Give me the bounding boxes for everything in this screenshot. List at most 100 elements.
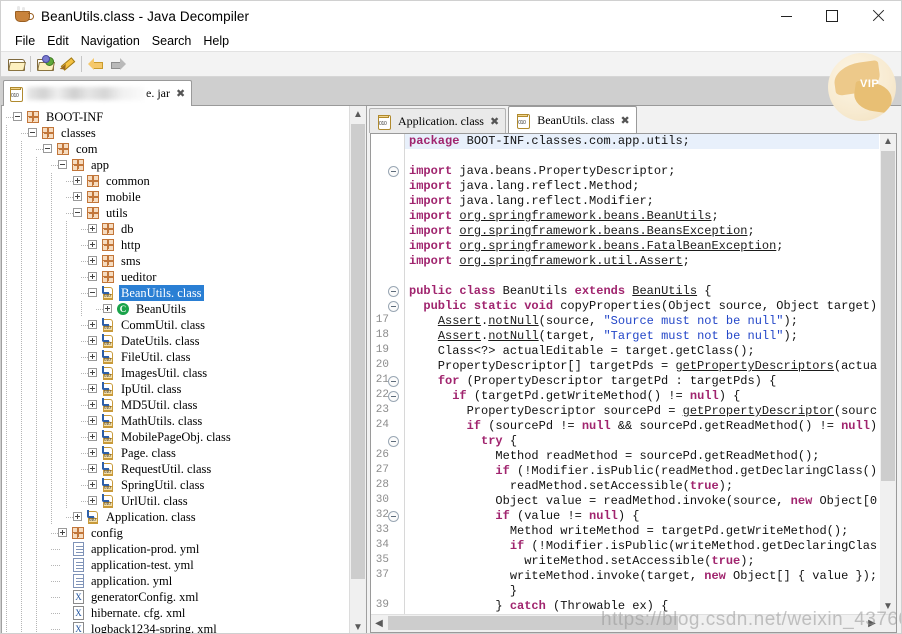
code-scroll-left-icon[interactable]: ◀	[371, 615, 387, 632]
tree-vertical-scrollbar[interactable]: ▲ ▼	[349, 106, 366, 633]
fold-collapse-icon[interactable]	[388, 511, 399, 522]
tree-item[interactable]: mobile	[2, 189, 350, 205]
tree-item[interactable]: ueditor	[2, 269, 350, 285]
code-scroll-right-icon[interactable]: ▶	[864, 615, 880, 632]
code-scroll-up-icon[interactable]: ▲	[880, 134, 896, 150]
editor-tab-close-icon[interactable]: ✖	[621, 114, 630, 127]
tree-item[interactable]: BOOT-INF	[2, 109, 350, 125]
tree-item[interactable]: 010 Application. class	[2, 509, 350, 525]
tree-toggle-plus-icon[interactable]	[87, 413, 100, 429]
tree-item[interactable]: 010 CommUtil. class	[2, 317, 350, 333]
code-scrollbar-thumb[interactable]	[881, 151, 895, 481]
tree-toggle-plus-icon[interactable]	[87, 461, 100, 477]
menu-file[interactable]: File	[9, 33, 41, 49]
jar-tab-close-icon[interactable]: ✖	[176, 87, 185, 100]
code-vertical-scrollbar[interactable]: ▲ ▼	[880, 134, 896, 615]
tree-item[interactable]: Xlogback1234-spring. xml	[2, 621, 350, 633]
back-arrow-icon[interactable]	[85, 54, 107, 74]
tree-toggle-plus-icon[interactable]	[87, 429, 100, 445]
editor-tab-application[interactable]: 010 Application. class ✖	[369, 108, 507, 133]
tree-item[interactable]: 010 ImagesUtil. class	[2, 365, 350, 381]
tree-item[interactable]: C BeanUtils	[2, 301, 350, 317]
tree-item[interactable]: app	[2, 157, 350, 173]
tree-item[interactable]: sms	[2, 253, 350, 269]
tree-item[interactable]: common	[2, 173, 350, 189]
fold-collapse-icon[interactable]	[388, 436, 399, 447]
tree-item[interactable]: 010 SpringUtil. class	[2, 477, 350, 493]
fold-collapse-icon[interactable]	[388, 286, 399, 297]
tree-toggle-minus-icon[interactable]	[12, 109, 25, 125]
tree-scrollbar-thumb[interactable]	[351, 124, 365, 579]
code-scroll-down-icon[interactable]: ▼	[880, 599, 896, 615]
tree-item[interactable]: config	[2, 525, 350, 541]
tree-toggle-minus-icon[interactable]	[42, 141, 55, 157]
tree-item[interactable]: application-prod. yml	[2, 541, 350, 557]
code-editor[interactable]: 17 18 19 20 21 22 23 24 26 27 28 30 32 33 34 35 37 39 pac…	[370, 133, 897, 633]
tree-toggle-plus-icon[interactable]	[102, 301, 115, 317]
tree-toggle-plus-icon[interactable]	[87, 349, 100, 365]
tree-item[interactable]: 010 MathUtils. class	[2, 413, 350, 429]
tree-toggle-plus-icon[interactable]	[57, 525, 70, 541]
tree-item[interactable]: http	[2, 237, 350, 253]
tree-toggle-plus-icon[interactable]	[87, 365, 100, 381]
tree-item[interactable]: 010 RequestUtil. class	[2, 461, 350, 477]
tree-toggle-plus-icon[interactable]	[72, 173, 85, 189]
tree-item[interactable]: 010 MD5Util. class	[2, 397, 350, 413]
tree-toggle-minus-icon[interactable]	[27, 125, 40, 141]
fold-collapse-icon[interactable]	[388, 166, 399, 177]
tree-item[interactable]: 010 IpUtil. class	[2, 381, 350, 397]
fold-collapse-icon[interactable]	[388, 301, 399, 312]
menu-edit[interactable]: Edit	[41, 33, 75, 49]
tree-toggle-plus-icon[interactable]	[87, 237, 100, 253]
open-file-icon[interactable]	[5, 54, 27, 74]
tree-toggle-plus-icon[interactable]	[87, 269, 100, 285]
editor-tab-close-icon[interactable]: ✖	[490, 115, 499, 128]
tree-toggle-plus-icon[interactable]	[72, 509, 85, 525]
fold-collapse-icon[interactable]	[388, 376, 399, 387]
tree-item[interactable]: 010 BeanUtils. class	[2, 285, 350, 301]
code-hscrollbar-thumb[interactable]	[388, 616, 678, 630]
open-type-icon[interactable]	[34, 54, 56, 74]
maximize-button[interactable]	[809, 1, 855, 31]
tree-toggle-plus-icon[interactable]	[72, 189, 85, 205]
tree-item[interactable]: utils	[2, 205, 350, 221]
tree-toggle-plus-icon[interactable]	[87, 317, 100, 333]
tree-toggle-plus-icon[interactable]	[87, 333, 100, 349]
tree-item[interactable]: XgeneratorConfig. xml	[2, 589, 350, 605]
tree-item[interactable]: 010 MobilePageObj. class	[2, 429, 350, 445]
tree-toggle-minus-icon[interactable]	[72, 205, 85, 221]
close-button[interactable]	[855, 1, 901, 31]
tree-toggle-plus-icon[interactable]	[87, 253, 100, 269]
fold-collapse-icon[interactable]	[388, 391, 399, 402]
forward-arrow-icon[interactable]	[107, 54, 129, 74]
tree-toggle-plus-icon[interactable]	[87, 397, 100, 413]
tree-toggle-plus-icon[interactable]	[87, 221, 100, 237]
tree-item[interactable]: application. yml	[2, 573, 350, 589]
code-content[interactable]: package BOOT-INF.classes.com.app.utils; …	[405, 134, 879, 615]
tree-item[interactable]: 010 FileUtil. class	[2, 349, 350, 365]
project-tree[interactable]: BOOT-INF classes com app common mobile utils db…	[2, 106, 350, 633]
editor-tab-beanutils[interactable]: 010 BeanUtils. class ✖	[508, 106, 637, 133]
menu-navigation[interactable]: Navigation	[75, 33, 146, 49]
minimize-button[interactable]	[763, 1, 809, 31]
tree-toggle-plus-icon[interactable]	[87, 477, 100, 493]
code-horizontal-scrollbar[interactable]: ◀ ▶	[371, 614, 896, 632]
tree-item[interactable]: com	[2, 141, 350, 157]
tree-item[interactable]: 010 DateUtils. class	[2, 333, 350, 349]
tree-toggle-plus-icon[interactable]	[87, 445, 100, 461]
tree-scroll-up-icon[interactable]: ▲	[350, 106, 366, 123]
edit-pencil-icon[interactable]	[56, 54, 78, 74]
tree-toggle-plus-icon[interactable]	[87, 493, 100, 509]
jar-tab[interactable]: 010 e. jar ✖	[3, 80, 193, 106]
menu-help[interactable]: Help	[197, 33, 235, 49]
tree-item[interactable]: Xhibernate. cfg. xml	[2, 605, 350, 621]
tree-toggle-minus-icon[interactable]	[57, 157, 70, 173]
tree-toggle-minus-icon[interactable]	[87, 285, 100, 301]
tree-scroll-down-icon[interactable]: ▼	[350, 619, 366, 633]
menu-search[interactable]: Search	[146, 33, 198, 49]
tree-item[interactable]: application-test. yml	[2, 557, 350, 573]
tree-toggle-plus-icon[interactable]	[87, 381, 100, 397]
tree-item[interactable]: db	[2, 221, 350, 237]
tree-item[interactable]: 010 UrlUtil. class	[2, 493, 350, 509]
tree-item[interactable]: classes	[2, 125, 350, 141]
